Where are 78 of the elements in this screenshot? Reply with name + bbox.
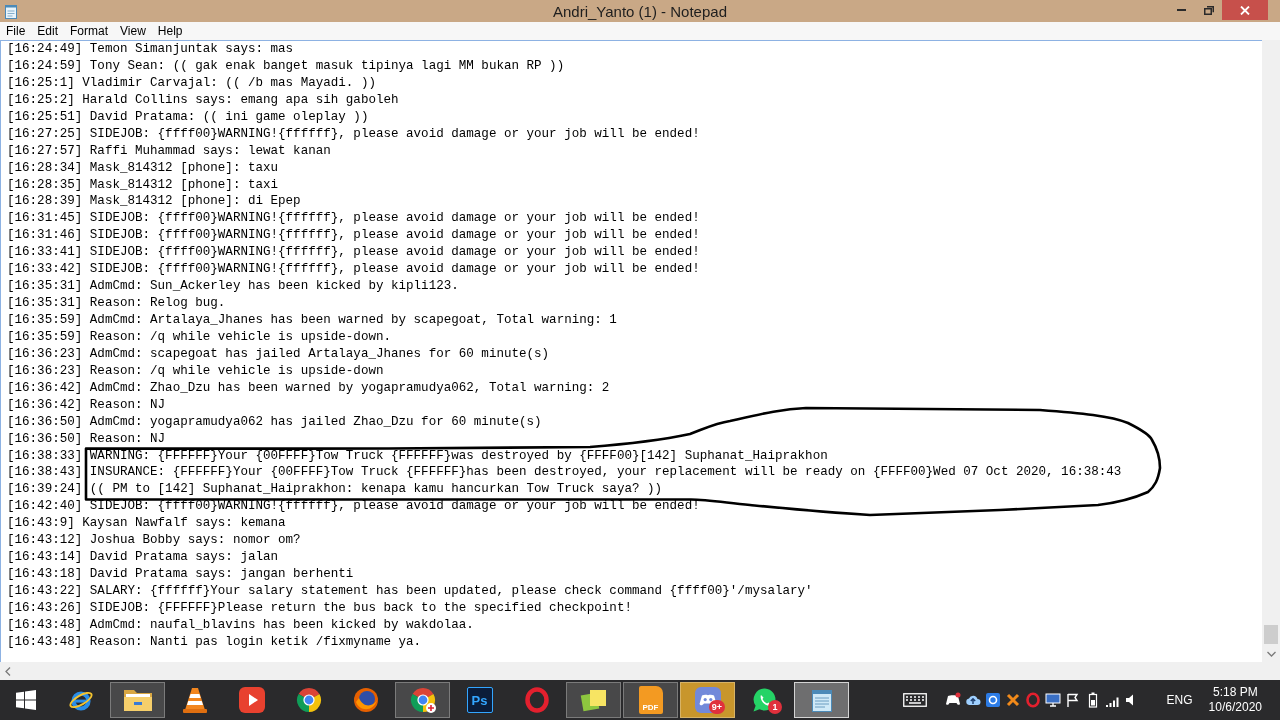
horizontal-scrollbar[interactable]	[0, 662, 1280, 680]
text-line: [16:42:40] SIDEJOB: {ffff00}WARNING!{ffffff}, please avoid damage or your job will be ended!	[7, 498, 700, 516]
taskbar-button[interactable]: Ps	[452, 682, 507, 718]
text-line: [16:24:59] Tony Sean: (( gak enak banget masuk tipinya lagi MM bukan RP ))	[7, 57, 565, 75]
text-line: [16:43:48] Reason: Nanti pas login ketik /fixmyname ya.	[7, 633, 422, 651]
text-line: [16:33:41] SIDEJOB: {ffff00}WARNING!{ffffff}, please avoid damage or your job will be ended!	[7, 244, 700, 262]
menu-item[interactable]: File	[0, 22, 32, 40]
menu-item[interactable]: Help	[151, 22, 189, 40]
text-line: [16:35:59] AdmCmd: Artalaya_Jhanes has been warned by scapegoat, Total warning: 1	[7, 312, 617, 329]
taskbar-button[interactable]: 1	[737, 682, 792, 718]
text-line: [16:33:42] SIDEJOB: {ffff00}WARNING!{ffffff}, please avoid damage or your job will be ended!	[7, 261, 700, 279]
menu-item[interactable]: View	[114, 22, 152, 40]
text-line: [16:36:42] Reason: NJ	[7, 396, 166, 414]
text-line: [16:25:2] Harald Collins says: emang apa sih gaboleh	[7, 91, 399, 109]
taskbar-button[interactable]	[395, 682, 450, 718]
text-line: [16:43:14] David Pratama says: jalan	[7, 549, 279, 567]
text-line: [16:27:57] Raffi Muhammad says: lewat kanan	[7, 142, 331, 160]
text-line: [16:24:49] Temon Simanjuntak says: mas	[7, 41, 294, 58]
text-line: [16:43:9] Kaysan Nawfalf says: kemana	[7, 515, 286, 533]
app-logo: PDF	[638, 686, 663, 714]
text-line: [16:25:51] David Pratama: (( ini game oleplay ))	[7, 108, 369, 126]
text-line: [16:31:45] SIDEJOB: {ffff00}WARNING!{ffffff}, please avoid damage or your job will be ended!	[7, 210, 700, 228]
swirl-globe-icon	[352, 687, 379, 713]
keyboard-icon[interactable]	[902, 693, 927, 707]
text-line: [16:28:34] Mask_814312 [phone]: taxu	[7, 159, 279, 177]
window-title: Andri_Yanto (1) - Notepad	[553, 2, 727, 20]
ring-icon	[524, 687, 549, 713]
segmented-circle-icon	[295, 687, 322, 713]
scrollbar-thumb[interactable]	[1264, 625, 1278, 644]
cross-icon[interactable]	[1004, 692, 1021, 708]
taskbar-button[interactable]	[566, 682, 621, 718]
text-line: [16:43:12] Joshua Bobby says: nomor om?	[7, 532, 301, 550]
text-line: [16:43:26] SIDEJOB: {FFFFFF}Please return the bus back to the specified checkpoint!	[7, 599, 632, 617]
text-line: [16:35:59] Reason: /q while vehicle is upside-down.	[7, 328, 391, 346]
text-line: [16:36:50] Reason: NJ	[7, 430, 166, 448]
close-button[interactable]	[1222, 0, 1268, 20]
text-line: [16:35:31] AdmCmd: Sun_Ackerley has been kicked by kipli123.	[7, 278, 459, 296]
app-logo: Ps	[466, 687, 493, 713]
menu-item[interactable]: Format	[64, 22, 115, 40]
game-controller-icon	[694, 687, 721, 713]
text-line: [16:43:48] AdmCmd: naufal_blavins has been kicked by wakdolaa.	[7, 616, 474, 634]
language-button[interactable]: ENG	[1158, 680, 1201, 720]
flag-icon[interactable]	[1064, 692, 1081, 708]
text-line: [16:28:35] Mask_814312 [phone]: taxi	[7, 176, 279, 194]
text-line: [16:39:24] (( PM to [142] Suphanat_Haiprakhon: kenapa kamu hancurkan Tow Truck saya? ))	[7, 481, 663, 499]
close-icon	[1240, 5, 1250, 15]
monitor-icon[interactable]	[1044, 692, 1061, 708]
restore-icon	[1203, 5, 1214, 15]
text-line: [16:38:33] WARNING: {FFFFFF}Your {00FFFF}Tow Truck {FFFFFF}was destroyed by {FFFF00}[142] Suphanat_Haiprakhon	[7, 447, 828, 465]
text-line: [16:27:25] SIDEJOB: {ffff00}WARNING!{ffffff}, please avoid damage or your job will be ended!	[7, 125, 700, 143]
text-line: [16:36:50] AdmCmd: yogapramudya062 has jailed Zhao_Dzu for 60 minute(s)	[7, 413, 542, 431]
text-line: [16:35:31] Reason: Relog bug.	[7, 295, 226, 312]
sticky-notes-icon	[579, 687, 608, 713]
notepad-icon	[4, 3, 18, 19]
text-line: [16:25:1] Vladimir Carvajal: (( /b mas Mayadi. ))	[7, 74, 376, 92]
play-tile-icon	[238, 687, 265, 713]
notification-badge: 1	[768, 700, 782, 714]
menu-item[interactable]: Edit	[31, 22, 65, 40]
game-controller-icon[interactable]	[944, 692, 961, 708]
taskbar-button[interactable]	[110, 682, 165, 718]
text-line: [16:28:39] Mask_814312 [phone]: di Epep	[7, 193, 301, 211]
windows-logo-icon	[16, 690, 36, 710]
text-line: [16:36:23] AdmCmd: scapegoat has jailed Artalaya_Jhanes for 60 minute(s)	[7, 345, 550, 363]
text-line: [16:36:42] AdmCmd: Zhao_Dzu has been warned by yogapramudya062, Total warning: 2	[7, 379, 610, 397]
clock-button[interactable]: 5:18 PM 10/6/2020	[1200, 680, 1270, 720]
text-line: [16:36:23] Reason: /q while vehicle is upside-down	[7, 362, 384, 380]
text-line: [16:43:18] David Pratama says: jangan berhenti	[7, 566, 354, 583]
vertical-scrollbar[interactable]	[1262, 40, 1280, 662]
segmented-circle-icon	[409, 687, 436, 713]
text-line: [16:38:43] INSURANCE: {FFFFFF}Your {00FFFF}Tow Truck {FFFFFF}has been destroyed, your replacement will be ready on {FFFF00}Wed 07 Oct 2020, 16:38:43	[7, 464, 1122, 482]
traffic-cone-icon	[181, 686, 208, 714]
taskbar-button[interactable]: 9+	[680, 682, 735, 718]
minimize-icon	[1177, 9, 1186, 11]
text-editor-field[interactable]	[0, 40, 1262, 662]
text-line: [16:31:46] SIDEJOB: {ffff00}WARNING!{ffffff}, please avoid damage or your job will be ended!	[7, 227, 700, 245]
folder-icon	[122, 687, 153, 713]
text-line: [16:43:22] SALARY: {ffffff}Your salary statement has been updated, please check command {ffff00}'/mysalary'	[7, 583, 813, 600]
app-tile-icon[interactable]	[984, 692, 1001, 708]
